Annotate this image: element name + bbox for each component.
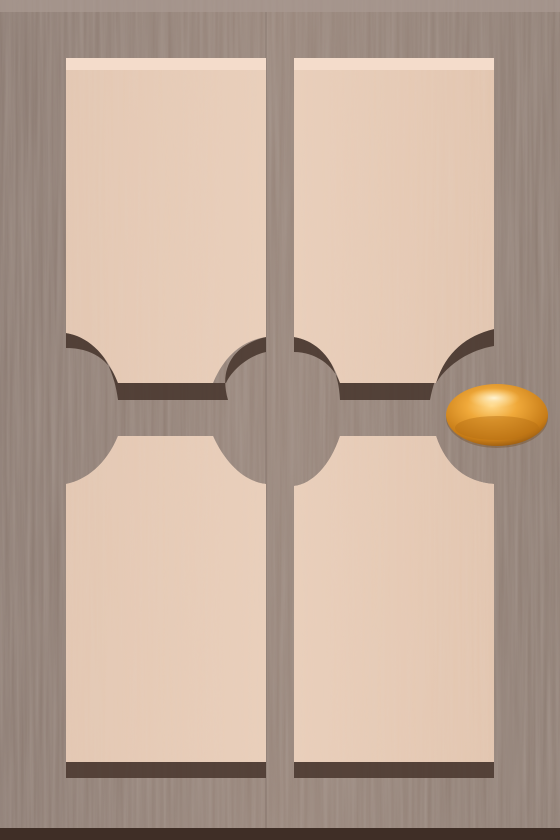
panel-bottom-right[interactable] <box>294 497 494 762</box>
panel-top-left[interactable] <box>66 58 266 333</box>
panel-top-right[interactable] <box>294 58 494 329</box>
bottom-edge <box>0 828 560 840</box>
top-edge <box>0 0 560 12</box>
knob-handle[interactable] <box>446 384 548 446</box>
shadow-bottom-left <box>66 762 266 778</box>
puzzle-board <box>0 0 560 840</box>
shadow-bottom-right <box>294 762 494 778</box>
panel-bottom-left[interactable] <box>66 497 266 762</box>
